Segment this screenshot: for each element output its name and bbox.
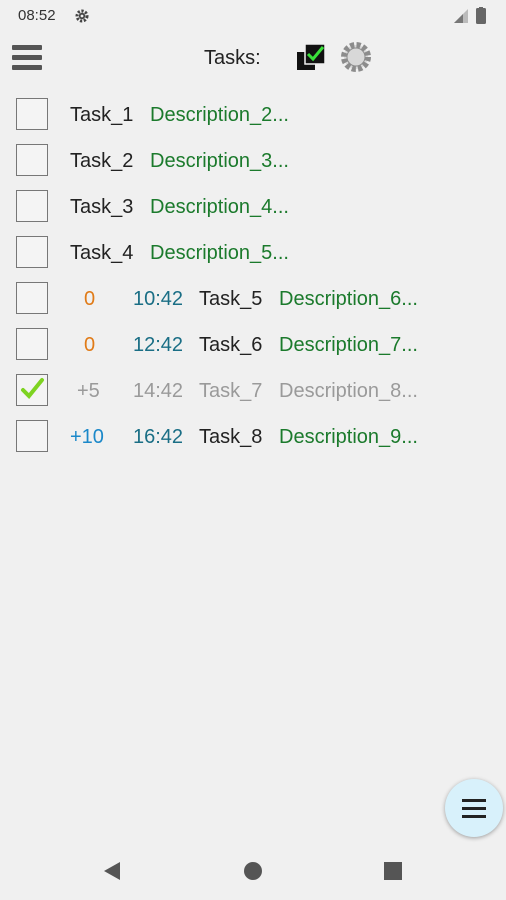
task-offset: +10 [70, 426, 104, 448]
list-menu-icon [462, 799, 486, 802]
task-description: Description_3... [150, 150, 289, 172]
task-description: Description_6... [279, 288, 418, 310]
settings-notification-icon [75, 9, 89, 23]
task-checkbox[interactable] [16, 144, 48, 176]
task-time: 16:42 [133, 426, 184, 448]
task-row[interactable]: 0 12:42 Task_6 Description_7... [0, 328, 506, 374]
task-name: Task_4 [70, 242, 134, 264]
task-checkbox[interactable] [16, 236, 48, 268]
task-time: 12:42 [133, 334, 184, 356]
task-name: Task_5 [199, 288, 263, 310]
task-checkbox[interactable] [16, 190, 48, 222]
task-row[interactable]: +10 16:42 Task_8 Description_9... [0, 420, 506, 466]
page-title: Tasks: [204, 47, 261, 69]
task-checkbox[interactable] [16, 328, 48, 360]
task-description: Description_8... [279, 380, 418, 402]
task-time: 14:42 [133, 380, 184, 402]
signal-battery-icon [454, 7, 486, 24]
fab-menu-button[interactable] [445, 779, 503, 837]
task-offset: +5 [77, 380, 100, 402]
checkmark-icon [21, 378, 44, 399]
task-checkbox[interactable] [16, 374, 48, 406]
task-name: Task_3 [70, 196, 134, 218]
recents-icon[interactable] [384, 862, 402, 880]
app-bar: Tasks: [0, 38, 506, 78]
task-checkbox[interactable] [16, 98, 48, 130]
task-offset: 0 [84, 288, 96, 310]
task-description: Description_7... [279, 334, 418, 356]
task-row[interactable]: Task_3 Description_4... [0, 190, 506, 236]
task-description: Description_4... [150, 196, 289, 218]
task-row[interactable]: Task_4 Description_5... [0, 236, 506, 282]
back-icon[interactable] [102, 861, 122, 881]
task-name: Task_2 [70, 150, 134, 172]
task-name: Task_7 [199, 380, 263, 402]
task-row[interactable]: +5 14:42 Task_7 Description_8... [0, 374, 506, 420]
task-row[interactable]: 0 10:42 Task_5 Description_6... [0, 282, 506, 328]
status-bar: 08:52 [0, 0, 506, 32]
gear-outline-icon[interactable] [340, 41, 372, 73]
task-checkbox[interactable] [16, 420, 48, 452]
task-time: 10:42 [133, 288, 184, 310]
hamburger-menu-icon[interactable] [12, 42, 42, 72]
task-name: Task_8 [199, 426, 263, 448]
task-row[interactable]: Task_1 Description_2... [0, 98, 506, 144]
task-name: Task_6 [199, 334, 263, 356]
task-description: Description_5... [150, 242, 289, 264]
task-offset: 0 [84, 334, 96, 356]
task-name: Task_1 [70, 104, 134, 126]
check-all-icon[interactable] [296, 42, 328, 72]
navigation-bar [0, 845, 506, 900]
task-checkbox[interactable] [16, 282, 48, 314]
task-description: Description_2... [150, 104, 289, 126]
task-description: Description_9... [279, 426, 418, 448]
home-icon[interactable] [243, 861, 263, 881]
status-time: 08:52 [18, 7, 56, 24]
task-row[interactable]: Task_2 Description_3... [0, 144, 506, 190]
